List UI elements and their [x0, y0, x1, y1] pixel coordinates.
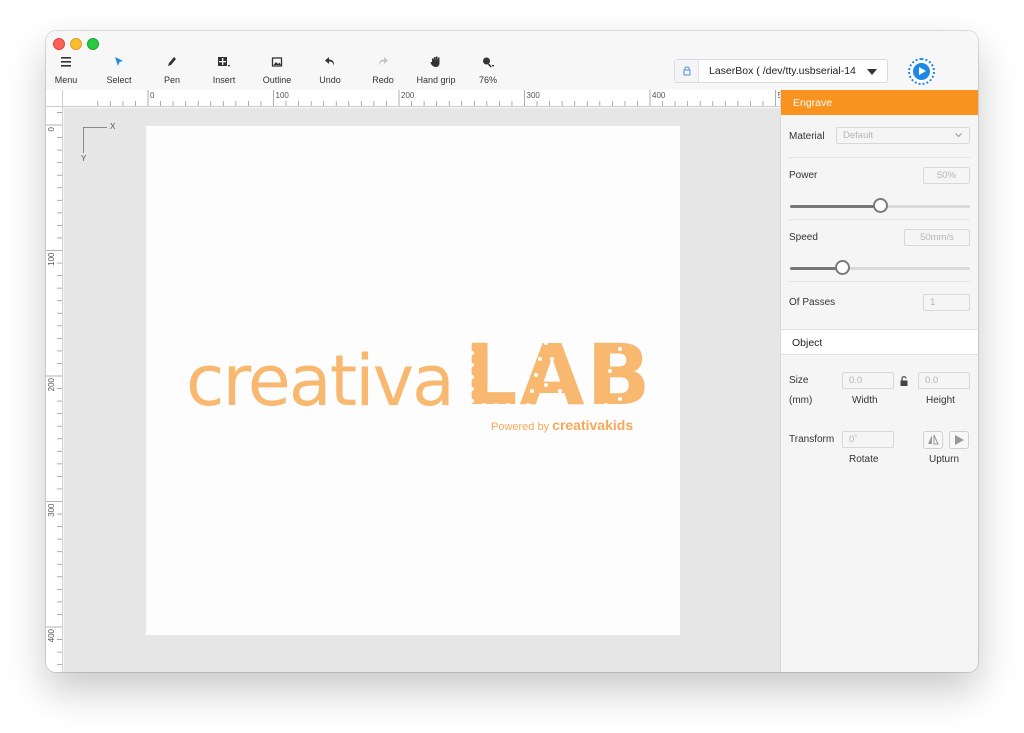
- speed-label: Speed: [789, 232, 818, 243]
- zoom-button[interactable]: 76%: [463, 54, 513, 85]
- chevron-down-icon: [955, 133, 962, 138]
- redo-icon: [378, 57, 388, 66]
- tab-engrave[interactable]: Engrave: [781, 90, 978, 115]
- ruler-tick-label: 300: [527, 91, 541, 100]
- magnifier-icon: [483, 57, 494, 68]
- ruler-tick-label: 100: [276, 91, 290, 100]
- ruler-tick-label: 400: [47, 628, 56, 642]
- outline-button[interactable]: Outline: [252, 54, 302, 85]
- flip-vertical-button[interactable]: [949, 431, 969, 449]
- undo-label: Undo: [319, 75, 341, 85]
- menu-label: Menu: [54, 75, 78, 85]
- toolbar: Menu Select Pen Insert Outline Undo Redo: [46, 31, 978, 90]
- rotate-input[interactable]: 0˚: [842, 431, 894, 448]
- menu-icon: [61, 57, 71, 67]
- transform-label: Transform: [789, 434, 835, 445]
- hand-grip-button[interactable]: Hand grip: [411, 54, 461, 85]
- insert-button[interactable]: Insert: [199, 54, 249, 85]
- ruler-tick-label: 400: [652, 91, 666, 100]
- x-axis-indicator: [83, 127, 107, 128]
- divider: [789, 219, 970, 220]
- logo-lab-dots: [470, 339, 626, 407]
- y-axis-label: Y: [81, 154, 87, 163]
- rotate-label: Rotate: [849, 454, 879, 465]
- flip-horizontal-button[interactable]: [923, 431, 943, 449]
- chevron-down-icon: [867, 69, 877, 75]
- play-icon: [913, 63, 930, 80]
- ruler-vertical: 0 100 200 300 400: [46, 107, 63, 672]
- hand-grip-label: Hand grip: [416, 75, 456, 85]
- artboard[interactable]: creativa LAB Powered by creativakids: [146, 126, 680, 635]
- flip-horizontal-icon: [928, 434, 939, 445]
- size-label: Size: [789, 375, 809, 386]
- minimize-window-button[interactable]: [70, 38, 82, 50]
- power-input[interactable]: 50%: [923, 167, 970, 184]
- passes-label: Of Passes: [789, 297, 836, 308]
- outline-label: Outline: [262, 75, 292, 85]
- ruler-tick-label: 200: [47, 377, 56, 391]
- object-section-header: Object: [781, 329, 978, 355]
- power-slider-handle[interactable]: [873, 198, 888, 213]
- canvas-area[interactable]: X Y creativa LAB Powered by creativakids: [64, 108, 780, 672]
- pen-label: Pen: [163, 75, 180, 85]
- zoom-level-label: 76%: [478, 75, 497, 85]
- cursor-arrow-icon: [115, 57, 123, 66]
- ruler-tick-label: 100: [47, 252, 56, 266]
- undo-icon: [325, 57, 335, 66]
- close-window-button[interactable]: [53, 38, 65, 50]
- image-outline-icon: [271, 57, 283, 67]
- app-window: Menu Select Pen Insert Outline Undo Redo: [46, 31, 978, 672]
- logo-word[interactable]: creativa: [186, 346, 455, 416]
- material-select[interactable]: Default: [836, 127, 970, 144]
- divider: [789, 281, 970, 282]
- ruler-tick-label: 200: [401, 91, 415, 100]
- upturn-label: Upturn: [929, 454, 960, 465]
- undo-button[interactable]: Undo: [305, 54, 355, 85]
- height-label: Height: [926, 395, 955, 406]
- power-label: Power: [789, 170, 818, 181]
- pen-icon: [168, 57, 176, 66]
- logo-tagline: Powered by creativakids: [491, 417, 633, 433]
- start-button[interactable]: [908, 58, 935, 85]
- hand-icon: [430, 56, 440, 67]
- settings-panel: Engrave Material Default Power 50% Speed…: [780, 90, 978, 672]
- size-unit: (mm): [789, 395, 813, 406]
- logo-kids-brand: creativakids: [552, 417, 634, 433]
- flip-vertical-icon: [955, 435, 964, 445]
- width-label: Width: [852, 395, 878, 406]
- speed-slider-handle[interactable]: [835, 260, 851, 275]
- lock-icon: [683, 66, 691, 76]
- insert-icon: [218, 57, 230, 67]
- y-axis-indicator: [83, 127, 84, 153]
- unlock-icon[interactable]: [899, 375, 909, 387]
- select-label: Select: [106, 75, 132, 85]
- ruler-horizontal: 01002003004005: [63, 90, 780, 107]
- speed-input[interactable]: 50mm/s: [904, 229, 970, 246]
- device-lock-area: [675, 60, 699, 82]
- power-slider-fill: [790, 205, 880, 208]
- divider: [789, 157, 970, 158]
- width-input[interactable]: 0.0: [842, 372, 894, 389]
- device-name: LaserBox ( /dev/tty.usbserial-14: [709, 65, 856, 77]
- redo-label: Redo: [372, 75, 394, 85]
- passes-input[interactable]: 1: [923, 294, 970, 311]
- redo-button[interactable]: Redo: [358, 54, 408, 85]
- logo-powered-text: Powered by: [491, 421, 550, 433]
- ruler-corner: [46, 90, 63, 107]
- ruler-tick-label: 0: [47, 126, 56, 131]
- ruler-tick-label: 0: [150, 91, 155, 100]
- x-axis-label: X: [110, 122, 116, 131]
- select-tool-button[interactable]: Select: [94, 54, 144, 85]
- device-selector[interactable]: LaserBox ( /dev/tty.usbserial-14: [674, 59, 888, 83]
- insert-label: Insert: [212, 75, 236, 85]
- height-input[interactable]: 0.0: [918, 372, 970, 389]
- zoom-window-button[interactable]: [87, 38, 99, 50]
- menu-button[interactable]: Menu: [46, 54, 91, 85]
- pen-tool-button[interactable]: Pen: [147, 54, 197, 85]
- ruler-tick-label: 300: [47, 503, 56, 517]
- material-label: Material: [789, 131, 825, 142]
- material-value: Default: [843, 130, 874, 141]
